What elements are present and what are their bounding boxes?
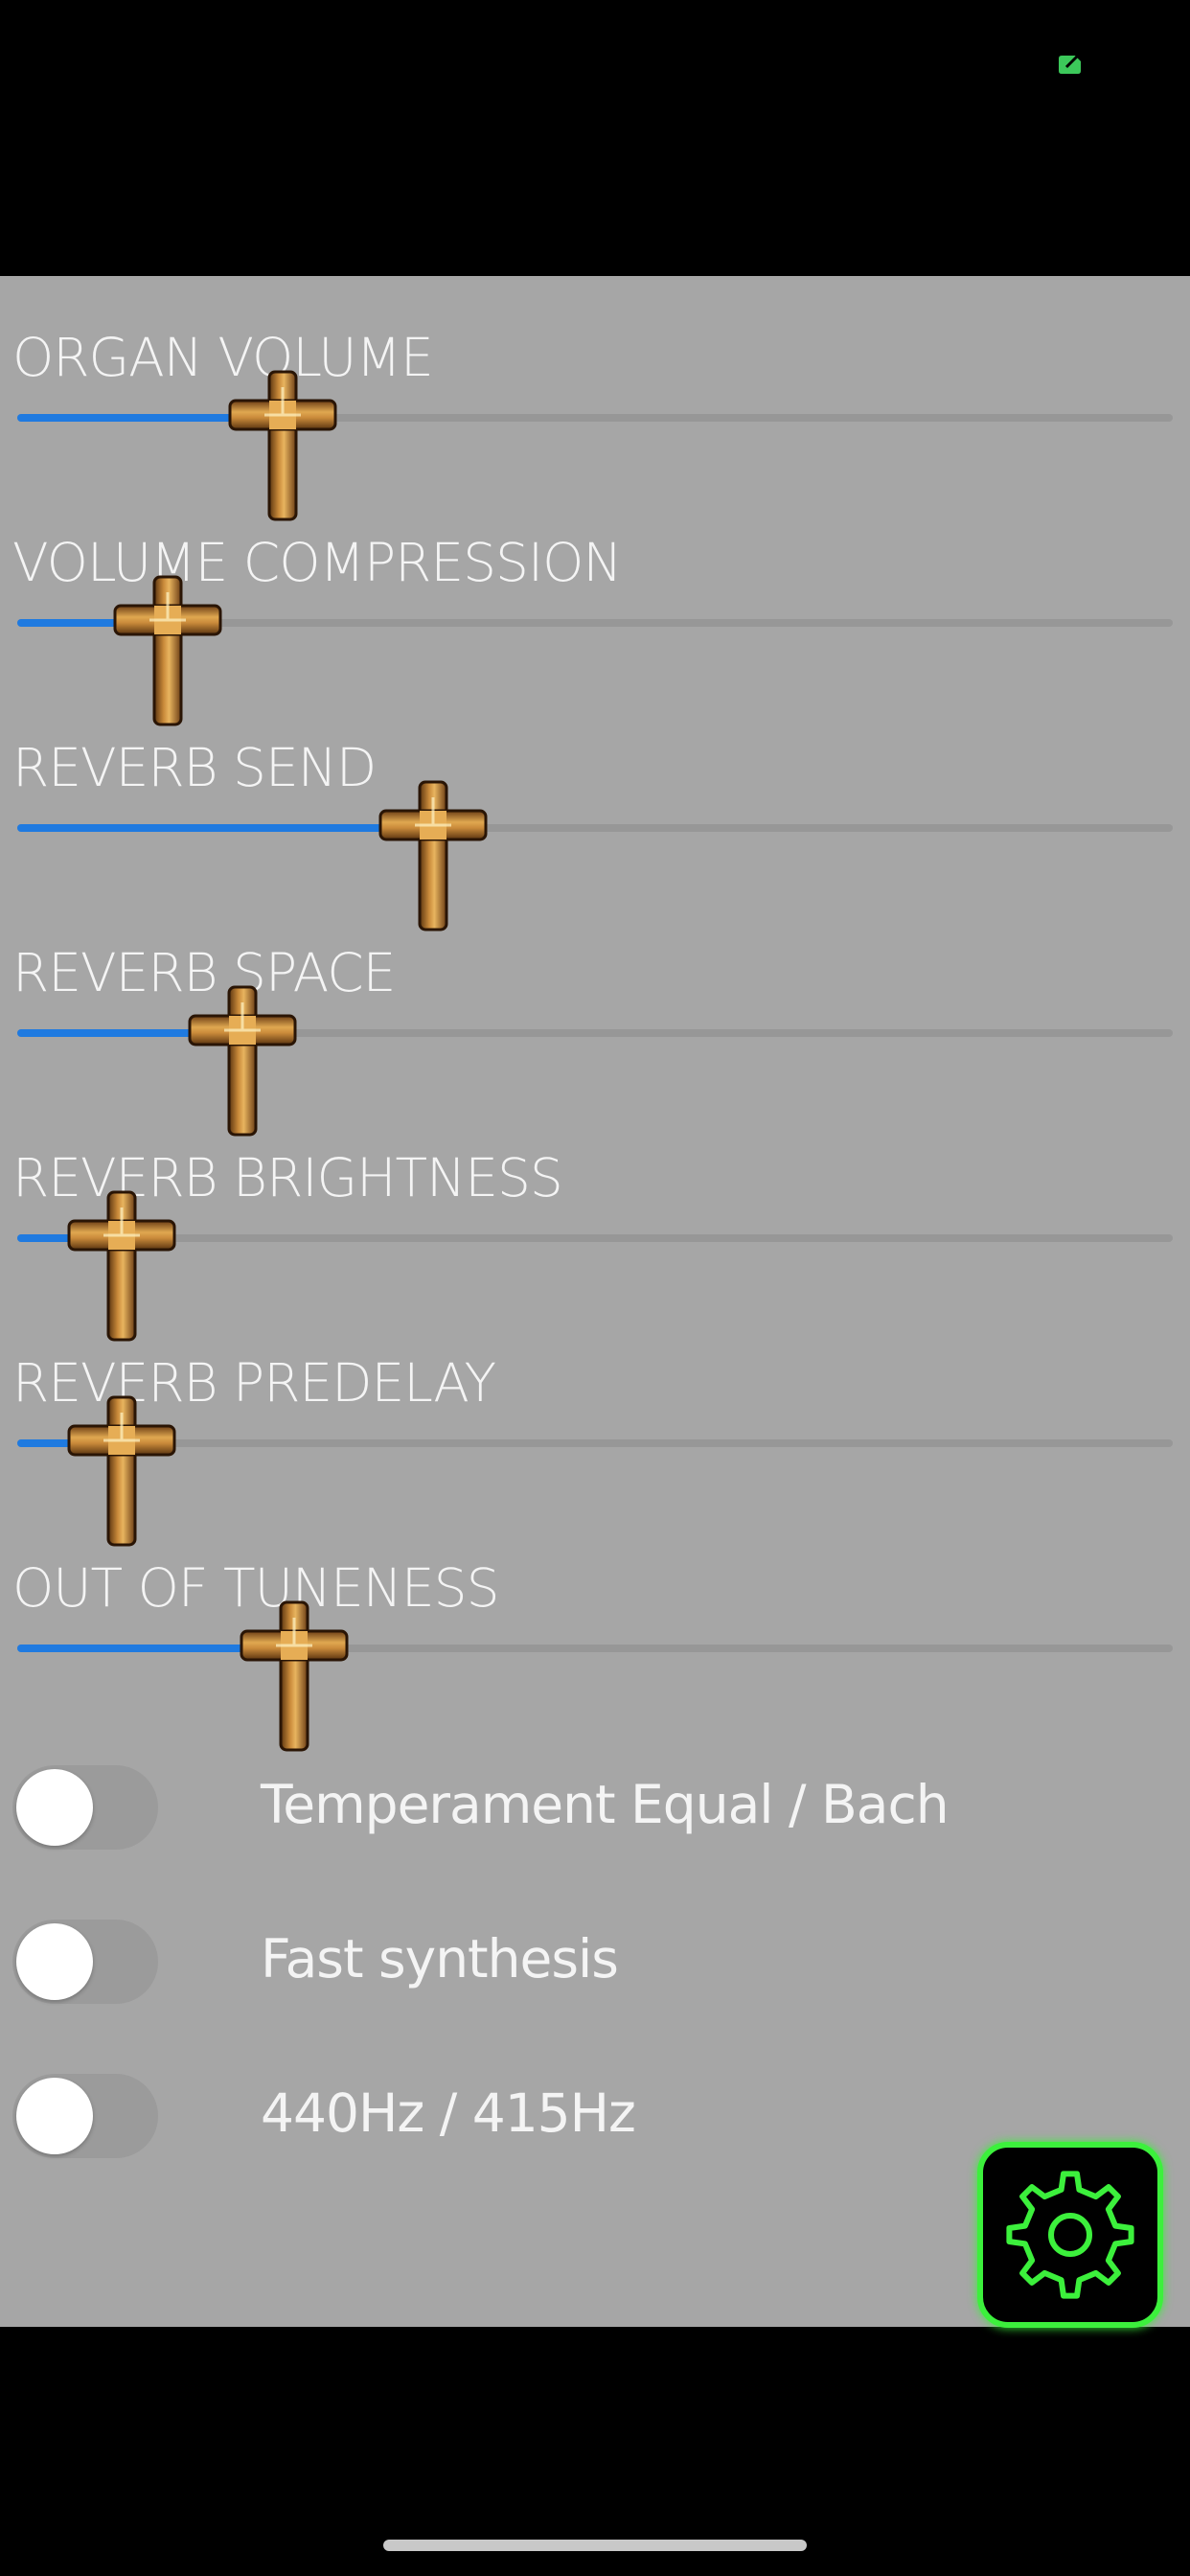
slider-label: REVERB SEND (12, 737, 377, 798)
toggle-label: Temperament Equal / Bach (261, 1774, 950, 1835)
slider-reverb-brightness: REVERB BRIGHTNESS (0, 1144, 1190, 1349)
cross-icon[interactable] (238, 1598, 351, 1754)
slider-reverb-predelay: REVERB PREDELAY (0, 1349, 1190, 1554)
cross-icon[interactable] (186, 983, 299, 1138)
cross-icon[interactable] (65, 1188, 178, 1344)
toggle-knob (16, 1923, 93, 2000)
home-indicator (383, 2540, 807, 2551)
status-bar (0, 0, 1190, 276)
slider-label: VOLUME COMPRESSION (12, 532, 623, 593)
slider-out-of-tuneness: OUT OF TUNENESS (0, 1554, 1190, 1760)
settings-panel: ORGAN VOLUME VOLUME COMPRESSION REVERB S… (0, 276, 1190, 2327)
toggle-row-temperament: Temperament Equal / Bach (0, 1765, 1190, 1880)
toggle-row-fast-synthesis: Fast synthesis (0, 1920, 1190, 2035)
slider-track[interactable] (17, 985, 1173, 1137)
cross-icon[interactable] (377, 778, 490, 933)
slider-reverb-send: REVERB SEND (0, 734, 1190, 939)
fast-synthesis-toggle[interactable] (12, 1920, 158, 2004)
slider-fill (17, 824, 433, 832)
temperament-toggle[interactable] (12, 1765, 158, 1850)
cross-icon[interactable] (226, 368, 339, 523)
slider-track[interactable] (17, 1600, 1173, 1752)
slider-track[interactable] (17, 1395, 1173, 1547)
cross-icon[interactable] (111, 573, 224, 728)
slider-track[interactable] (17, 1190, 1173, 1342)
slider-track[interactable] (17, 780, 1173, 932)
slider-volume-compression: VOLUME COMPRESSION (0, 529, 1190, 734)
battery-indicator-icon (1059, 55, 1081, 74)
slider-reverb-space: REVERB SPACE (0, 939, 1190, 1144)
slider-track[interactable] (17, 575, 1173, 726)
toggle-knob (16, 2078, 93, 2154)
slider-label: ORGAN VOLUME (12, 327, 434, 388)
toggle-knob (16, 1769, 93, 1846)
toggle-label: Fast synthesis (261, 1928, 619, 1990)
slider-organ-volume: ORGAN VOLUME (0, 324, 1190, 529)
slider-track[interactable] (17, 370, 1173, 521)
pitch-toggle[interactable] (12, 2074, 158, 2158)
settings-button[interactable] (977, 2142, 1163, 2328)
toggle-label: 440Hz / 415Hz (261, 2082, 636, 2144)
gear-icon (1006, 2171, 1134, 2299)
cross-icon[interactable] (65, 1393, 178, 1549)
